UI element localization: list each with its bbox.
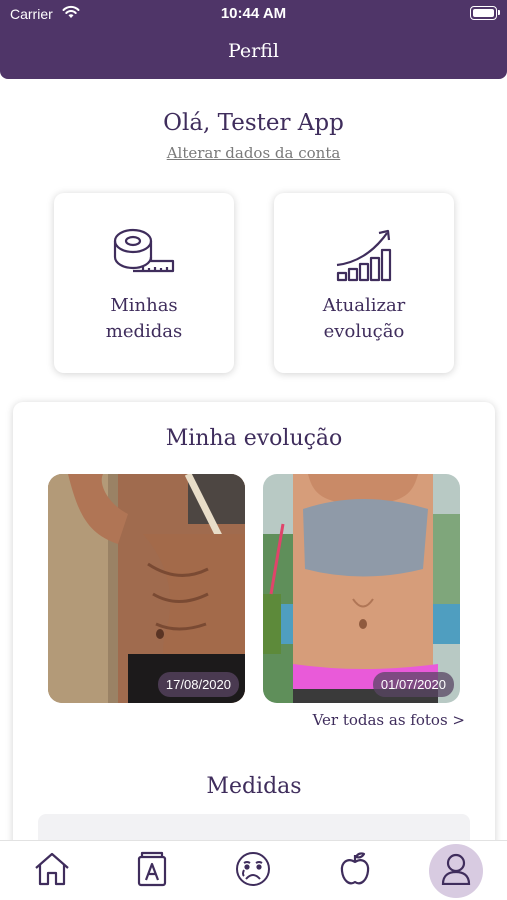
tab-library[interactable]: [122, 841, 182, 900]
battery-icon: [470, 6, 500, 20]
sad-face-icon: [235, 851, 271, 891]
photo-date-badge: 17/08/2020: [157, 672, 239, 697]
evolution-panel: Minha evolução 17/08/2020 01/07/2020 Ver…: [13, 402, 495, 900]
tab-mood[interactable]: [223, 841, 283, 900]
update-evolution-button[interactable]: Atualizar evolução: [274, 193, 454, 373]
evolution-photo-1[interactable]: 17/08/2020: [48, 474, 245, 703]
tab-bar: [0, 840, 507, 900]
see-all-photos-link[interactable]: Ver todas as fotos >: [313, 711, 465, 729]
photo-date-badge: 01/07/2020: [372, 672, 454, 697]
active-tab-indicator: [429, 844, 483, 898]
apple-icon: [339, 851, 371, 891]
greeting: Olá, Tester App: [163, 110, 344, 136]
page-title: Perfil: [227, 40, 279, 62]
evolution-title: Minha evolução: [165, 426, 343, 451]
measures-title: Medidas: [206, 774, 302, 799]
status-bar: Carrier 10:44 AM: [0, 0, 507, 30]
growth-chart-icon: [274, 227, 454, 283]
clock: 10:44 AM: [220, 5, 287, 22]
home-icon: [34, 852, 70, 890]
profile-icon: [441, 853, 471, 889]
tab-profile[interactable]: [426, 841, 486, 900]
measuring-tape-icon: [54, 227, 234, 275]
book-icon: [137, 851, 167, 891]
evolution-photo-2[interactable]: 01/07/2020: [263, 474, 460, 703]
tab-nutrition[interactable]: [325, 841, 385, 900]
update-evolution-label: Atualizar evolução: [322, 295, 406, 342]
my-measures-button[interactable]: Minhas medidas: [54, 193, 234, 373]
my-measures-label: Minhas medidas: [105, 295, 183, 342]
header: Carrier 10:44 AM Perfil: [0, 0, 507, 79]
edit-account-link[interactable]: Alterar dados da conta: [0, 144, 507, 162]
tab-home[interactable]: [22, 841, 82, 900]
